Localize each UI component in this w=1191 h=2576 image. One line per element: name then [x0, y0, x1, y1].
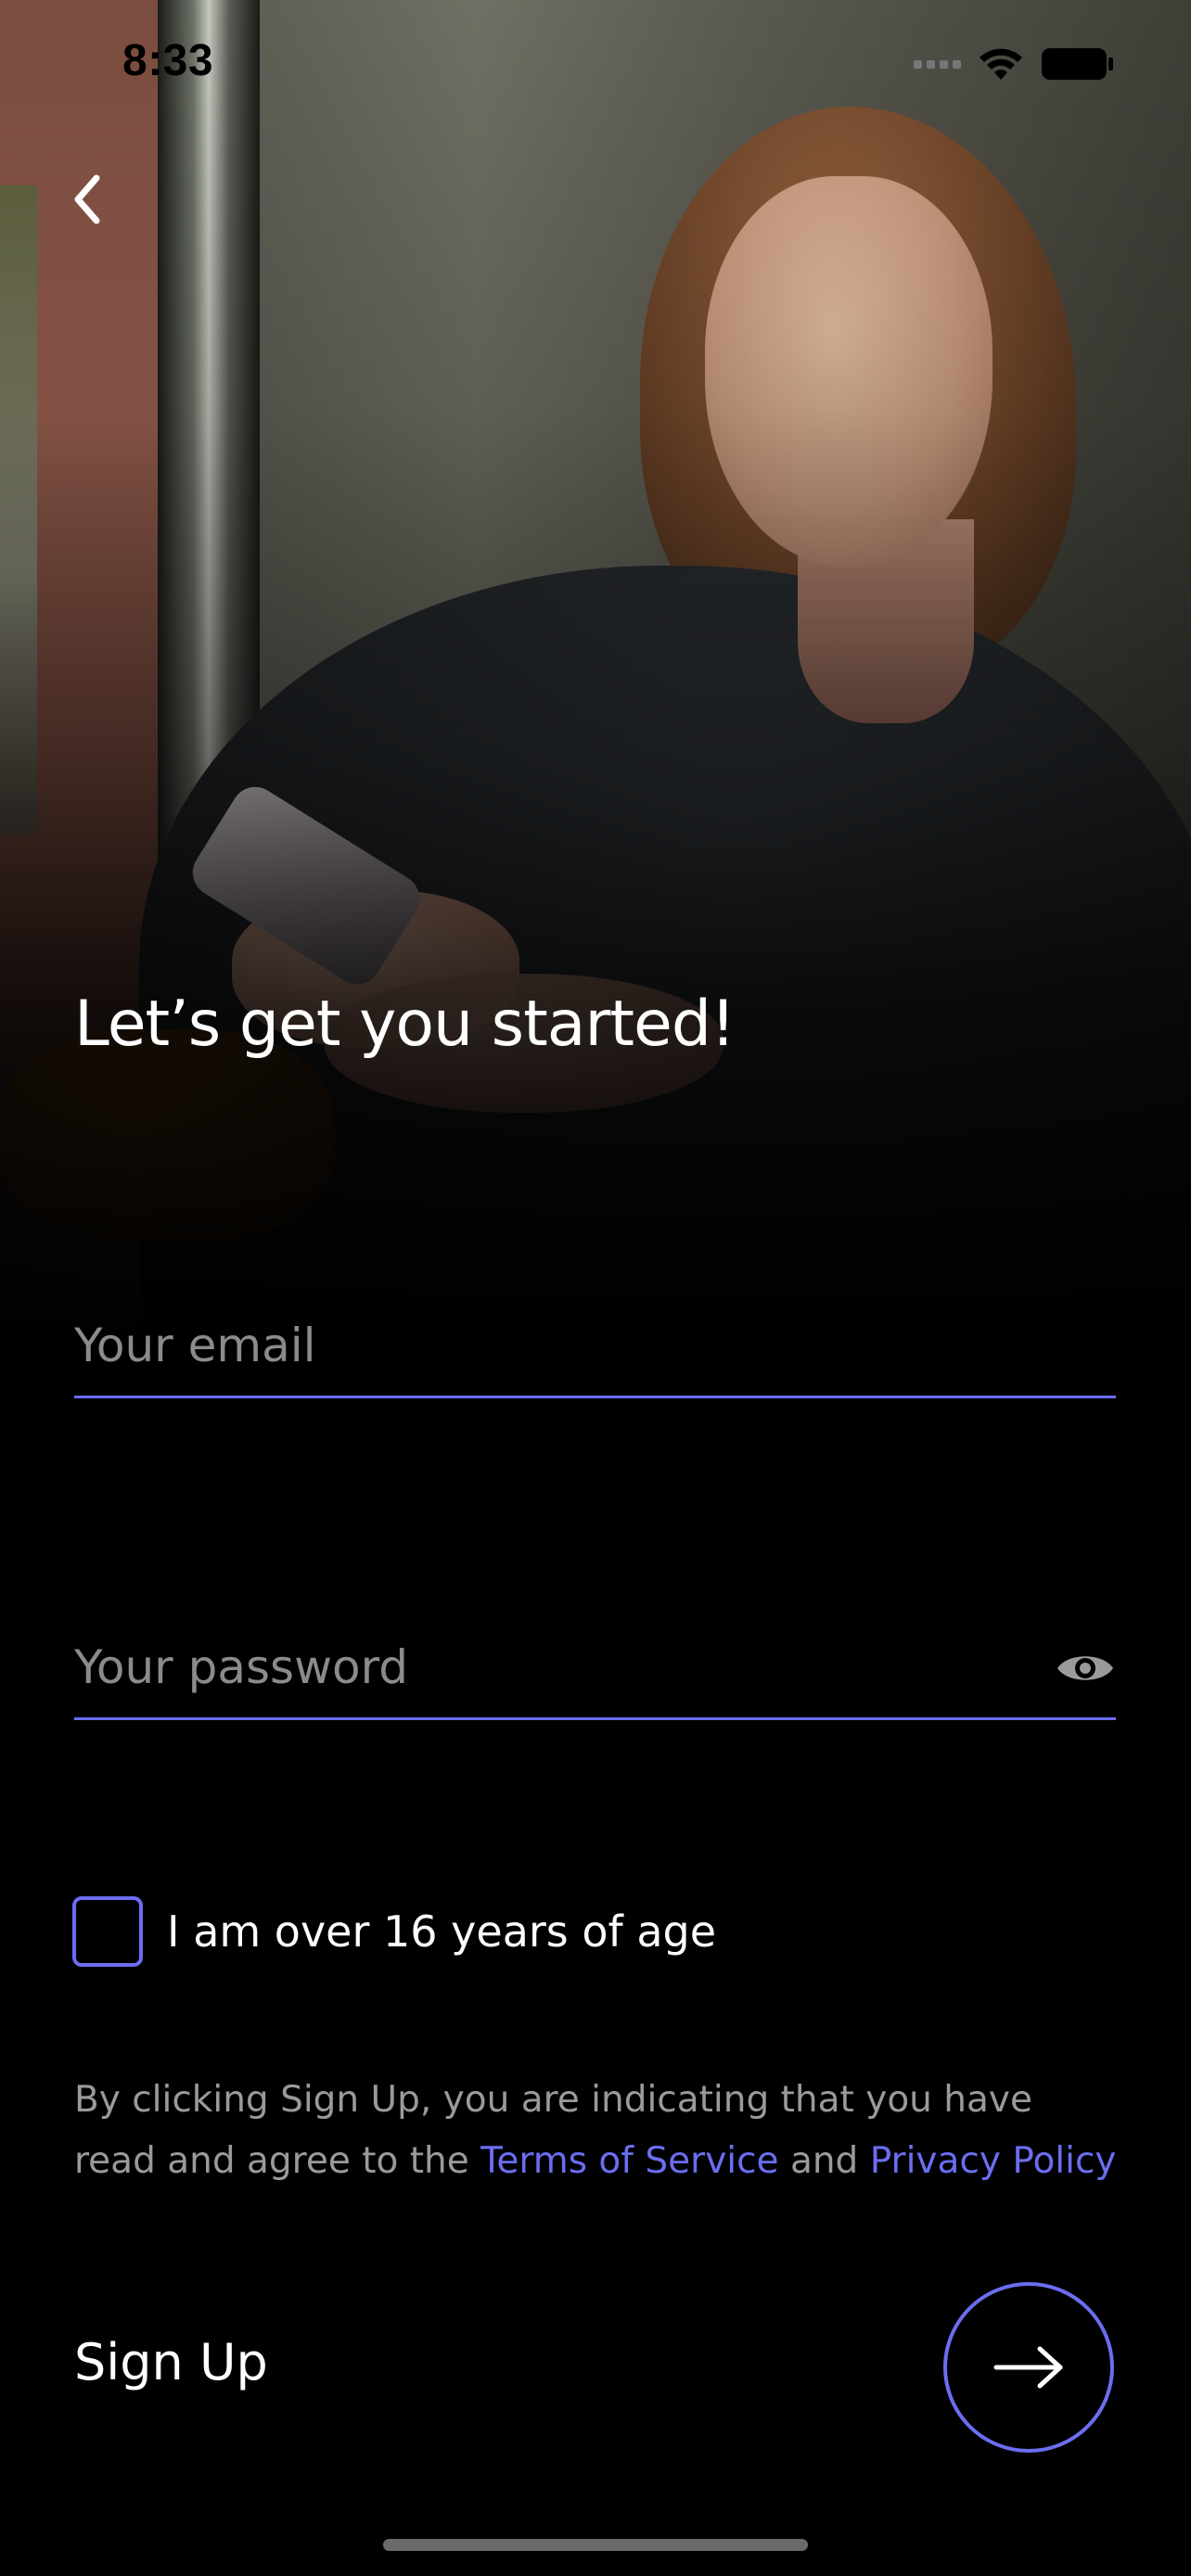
terms-of-service-link[interactable]: Terms of Service	[480, 2140, 778, 2182]
privacy-policy-link[interactable]: Privacy Policy	[870, 2140, 1117, 2182]
legal-text: By clicking Sign Up, you are indicating …	[74, 2070, 1122, 2192]
wifi-icon	[980, 48, 1022, 80]
back-button[interactable]	[63, 167, 119, 232]
battery-icon	[1042, 48, 1113, 80]
age-checkbox-label[interactable]: I am over 16 years of age	[167, 1906, 716, 1957]
arrow-right-icon	[993, 2346, 1063, 2389]
eye-icon[interactable]	[1055, 1648, 1116, 1689]
password-field	[74, 1625, 1116, 1720]
legal-text-and: and	[778, 2140, 870, 2182]
page-title: Let’s get you started!	[74, 988, 736, 1061]
hero-gradient-overlay	[0, 0, 1191, 1354]
age-checkbox-row[interactable]: I am over 16 years of age	[72, 1896, 716, 1967]
cellular-signal-icon	[914, 59, 961, 69]
signup-screen: 8:33 Let’s get you started! Your email I…	[0, 0, 1191, 2576]
email-field	[74, 1303, 1116, 1398]
signup-button[interactable]	[943, 2282, 1114, 2453]
email-input[interactable]	[74, 1303, 1116, 1396]
password-input[interactable]	[74, 1625, 1030, 1717]
home-indicator	[383, 2539, 808, 2551]
hero-photo	[0, 0, 1191, 1354]
chevron-left-icon	[74, 174, 100, 224]
signup-label[interactable]: Sign Up	[74, 2333, 268, 2391]
status-time: 8:33	[122, 36, 214, 85]
age-checkbox[interactable]	[72, 1896, 143, 1967]
status-icons	[914, 46, 1115, 82]
